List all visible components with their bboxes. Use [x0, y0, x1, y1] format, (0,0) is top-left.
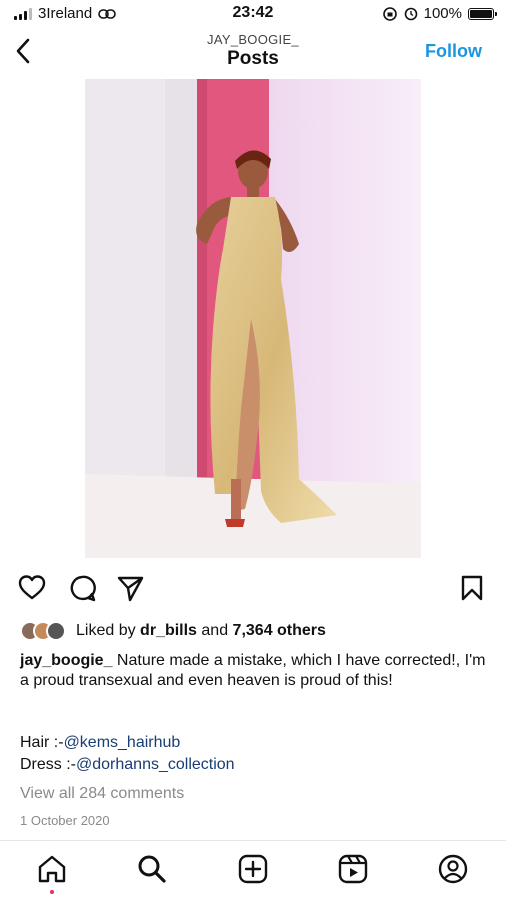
view-comments-link[interactable]: View all 284 comments [20, 785, 184, 803]
avatar [46, 621, 66, 641]
create-icon[interactable] [237, 853, 269, 885]
liked-by-count[interactable]: 7,364 others [233, 622, 326, 639]
heart-icon[interactable] [18, 574, 46, 602]
liker-avatars [20, 621, 66, 641]
post-caption: jay_boogie_ Nature made a mistake, which… [20, 651, 490, 691]
post-actions [0, 570, 506, 606]
orientation-lock-icon [382, 6, 397, 21]
hair-mention-link[interactable]: @kems_hairhub [64, 734, 181, 751]
status-right: 100% [382, 5, 497, 22]
follow-button[interactable]: Follow [425, 41, 482, 62]
hair-credit: Hair :-@kems_hairhub [20, 734, 180, 752]
hair-prefix: Hair :- [20, 734, 64, 751]
liked-by-prefix: Liked by [76, 622, 141, 639]
search-icon[interactable] [136, 853, 168, 885]
dress-mention-link[interactable]: @dorhanns_collection [76, 756, 235, 773]
notification-dot [50, 890, 54, 894]
bottom-tab-bar [0, 841, 506, 900]
home-icon[interactable] [36, 853, 68, 885]
battery-icon [468, 7, 497, 20]
post-photo[interactable] [85, 79, 421, 558]
alarm-icon [404, 7, 417, 20]
share-icon[interactable] [116, 574, 144, 602]
likes-text: Liked by dr_bills and 7,364 others [76, 622, 326, 640]
dress-prefix: Dress :- [20, 756, 76, 773]
post-photo-illustration [85, 79, 421, 558]
comment-icon[interactable] [68, 574, 96, 602]
battery-label: 100% [423, 5, 462, 22]
post-date: 1 October 2020 [20, 813, 110, 828]
status-bar: 3Ireland 23:42 100% [0, 0, 506, 28]
liked-by-and: and [196, 622, 233, 639]
liked-by-user[interactable]: dr_bills [140, 622, 197, 639]
caption-username[interactable]: jay_boogie_ [20, 652, 112, 669]
dress-credit: Dress :-@dorhanns_collection [20, 756, 235, 774]
profile-icon[interactable] [437, 853, 469, 885]
reels-icon[interactable] [337, 853, 369, 885]
header: JAY_BOOGIE_ Posts Follow [0, 28, 506, 78]
likes-row[interactable]: Liked by dr_bills and 7,364 others [20, 618, 326, 644]
save-icon[interactable] [458, 574, 486, 602]
